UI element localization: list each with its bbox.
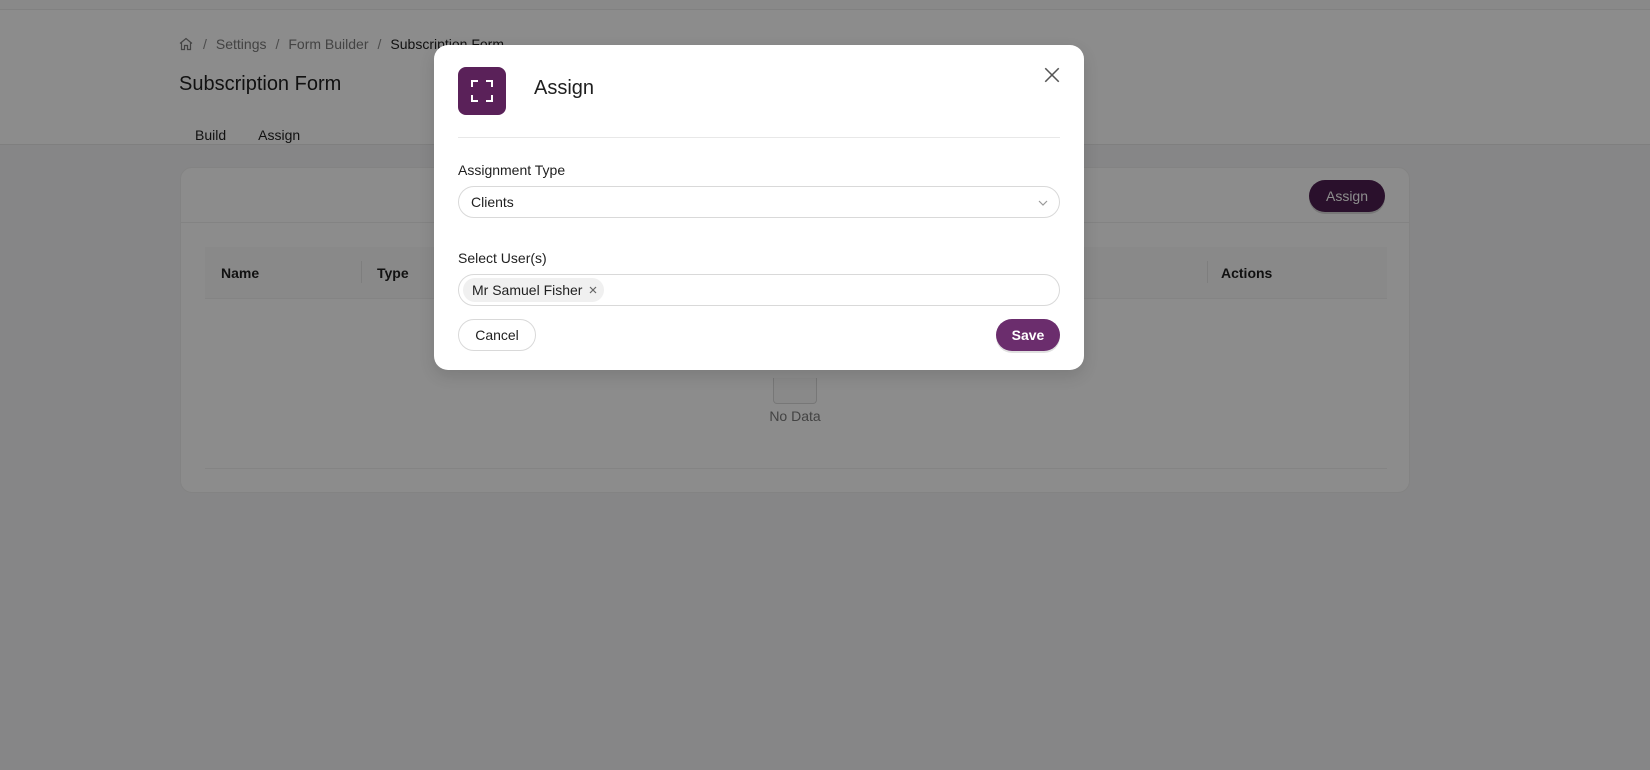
assign-modal: Assign Assignment Type Clients Select Us… (434, 45, 1084, 370)
modal-title: Assign (534, 77, 595, 99)
close-icon[interactable] (588, 285, 598, 295)
cancel-button[interactable]: Cancel (458, 319, 536, 351)
user-tag: Mr Samuel Fisher (463, 278, 605, 302)
save-button[interactable]: Save (996, 319, 1060, 351)
user-tag-label: Mr Samuel Fisher (472, 282, 583, 298)
chevron-down-icon (1037, 196, 1049, 208)
assignment-type-label: Assignment Type (458, 162, 566, 178)
modal-divider (458, 137, 1060, 138)
assignment-type-select[interactable]: Clients (458, 186, 1060, 218)
close-icon[interactable] (1038, 61, 1066, 89)
expand-icon (458, 67, 506, 115)
assignment-type-value: Clients (471, 194, 514, 210)
select-users-label: Select User(s) (458, 250, 547, 266)
select-users-input[interactable]: Mr Samuel Fisher (458, 274, 1060, 306)
